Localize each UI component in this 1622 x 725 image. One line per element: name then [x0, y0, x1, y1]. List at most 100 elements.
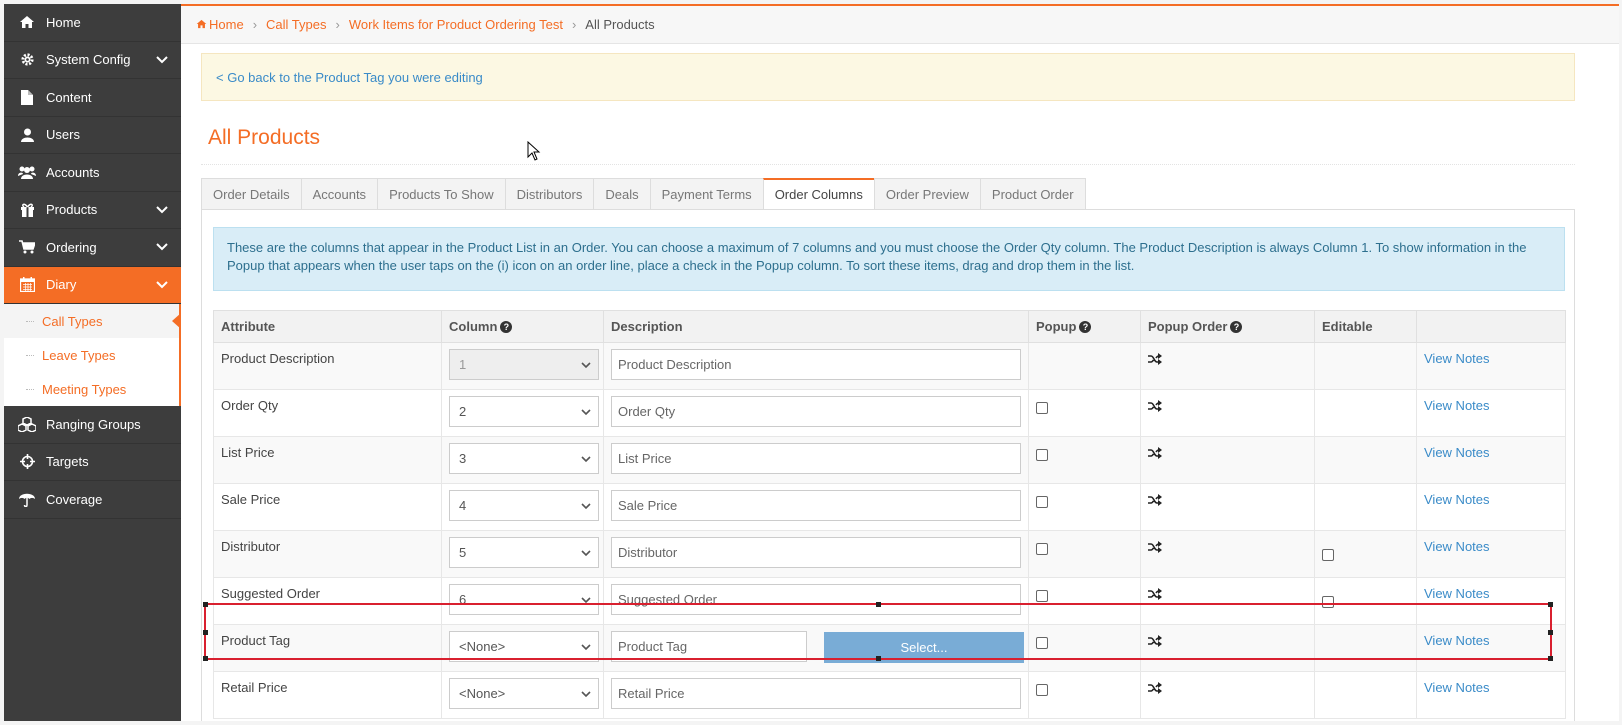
shuffle-icon[interactable]	[1148, 635, 1162, 647]
user-icon	[18, 127, 36, 143]
popup-checkbox[interactable]	[1036, 402, 1048, 414]
column-select[interactable]: <None>	[449, 678, 599, 709]
sidebar-subitem-leave-types[interactable]: Leave Types	[4, 338, 179, 372]
column-select: 1	[449, 349, 599, 380]
sidebar-item-label: Content	[46, 89, 92, 105]
column-select[interactable]: 5	[449, 537, 599, 568]
sidebar-item-system-config[interactable]: System Config	[4, 42, 181, 79]
tab-order-preview[interactable]: Order Preview	[873, 178, 980, 210]
tab-order-columns[interactable]: Order Columns	[762, 178, 874, 210]
sidebar-item-users[interactable]: Users	[4, 117, 181, 154]
sidebar-item-products[interactable]: Products	[4, 192, 181, 229]
editable-cell	[1314, 389, 1417, 437]
sidebar-subitem-call-types[interactable]: Call Types	[4, 304, 181, 338]
chevron-down-icon	[156, 55, 168, 63]
table-row[interactable]: Retail Price <None> Retail Price View Notes	[213, 671, 1566, 719]
table-row[interactable]: Suggested Order 6 Suggested Order View Note…	[213, 577, 1566, 625]
view-notes-link[interactable]: View Notes	[1424, 492, 1490, 507]
back-to-product-tag-link[interactable]: < Go back to the Product Tag you were ed…	[216, 70, 483, 85]
view-notes-link[interactable]: View Notes	[1424, 445, 1490, 460]
description-input[interactable]: Order Qty	[611, 396, 1021, 427]
home-icon	[18, 14, 36, 30]
shuffle-icon[interactable]	[1148, 682, 1162, 694]
column-select[interactable]: 2	[449, 396, 599, 427]
help-icon[interactable]: ?	[1230, 321, 1243, 333]
view-notes-link[interactable]: View Notes	[1424, 586, 1490, 601]
attribute-cell: Suggested Order	[213, 577, 442, 625]
shuffle-icon[interactable]	[1148, 588, 1162, 600]
breadcrumb-call-types-link[interactable]: Call Types	[266, 17, 326, 32]
table-header-row: Attribute Column? Description Popup? Pop…	[213, 310, 1566, 343]
chevron-down-icon	[581, 362, 591, 369]
column-select[interactable]: 4	[449, 490, 599, 521]
table-row[interactable]: Sale Price 4 Sale Price View Notes	[213, 483, 1566, 531]
table-row[interactable]: Distributor 5 Distributor View Notes	[213, 530, 1566, 578]
view-notes-link[interactable]: View Notes	[1424, 539, 1490, 554]
shuffle-icon[interactable]	[1148, 447, 1162, 459]
editable-checkbox[interactable]	[1322, 596, 1334, 608]
actions-cell: View Notes	[1416, 671, 1566, 719]
shuffle-icon[interactable]	[1148, 494, 1162, 506]
select-button[interactable]: Select...	[824, 632, 1024, 663]
popup-checkbox[interactable]	[1036, 543, 1048, 555]
description-input[interactable]: Retail Price	[611, 678, 1021, 709]
tab-accounts[interactable]: Accounts	[300, 178, 378, 210]
tab-distributors[interactable]: Distributors	[504, 178, 594, 210]
help-icon[interactable]: ?	[500, 321, 513, 333]
sidebar-item-label: Diary	[46, 277, 77, 293]
popup-checkbox[interactable]	[1036, 449, 1048, 461]
table-row[interactable]: Product Tag <None> Product Tag Select... Vie…	[213, 624, 1566, 672]
description-input[interactable]: Distributor	[611, 537, 1021, 568]
shuffle-icon[interactable]	[1148, 541, 1162, 553]
description-input[interactable]: List Price	[611, 443, 1021, 474]
breadcrumb-work-items-link[interactable]: Work Items for Product Ordering Test	[349, 17, 563, 32]
view-notes-link[interactable]: View Notes	[1424, 633, 1490, 648]
column-select[interactable]: 6	[449, 584, 599, 615]
tab-product-order[interactable]: Product Order	[979, 178, 1086, 210]
popup-order-cell	[1140, 577, 1315, 625]
tab-products-to-show[interactable]: Products To Show	[377, 178, 505, 210]
tab-deals[interactable]: Deals	[593, 178, 650, 210]
editable-checkbox[interactable]	[1322, 549, 1334, 561]
sidebar-item-label: Home	[46, 14, 81, 30]
popup-cell	[1028, 671, 1141, 719]
popup-checkbox[interactable]	[1036, 684, 1048, 696]
sidebar-item-content[interactable]: Content	[4, 79, 181, 117]
description-input[interactable]: Product Description	[611, 349, 1021, 380]
description-input[interactable]: Product Tag	[611, 631, 807, 662]
sidebar-item-home[interactable]: Home	[4, 4, 181, 42]
breadcrumb-home-link[interactable]: Home	[209, 17, 244, 32]
view-notes-link[interactable]: View Notes	[1424, 398, 1490, 413]
description-input[interactable]: Sale Price	[611, 490, 1021, 521]
table-row[interactable]: Order Qty 2 Order Qty View Notes	[213, 389, 1566, 437]
sidebar-item-accounts[interactable]: Accounts	[4, 154, 181, 192]
help-icon[interactable]: ?	[1079, 321, 1092, 333]
sidebar-item-diary[interactable]: Diary	[4, 266, 181, 304]
table-row[interactable]: List Price 3 List Price View Notes	[213, 436, 1566, 484]
sidebar-item-label: System Config	[46, 52, 131, 68]
view-notes-link[interactable]: View Notes	[1424, 351, 1490, 366]
sidebar-item-ranging-groups[interactable]: Ranging Groups	[4, 406, 181, 444]
table-row[interactable]: Product Description 1 Product Description V…	[213, 342, 1566, 390]
sidebar-item-targets[interactable]: Targets	[4, 444, 181, 481]
shuffle-icon[interactable]	[1148, 400, 1162, 412]
actions-cell: View Notes	[1416, 389, 1566, 437]
column-select[interactable]: <None>	[449, 631, 599, 662]
column-cell: 6	[441, 577, 604, 625]
view-notes-link[interactable]: View Notes	[1424, 680, 1490, 695]
column-select[interactable]: 3	[449, 443, 599, 474]
sidebar-item-label: Ordering	[46, 239, 97, 255]
popup-checkbox[interactable]	[1036, 637, 1048, 649]
tab-payment-terms[interactable]: Payment Terms	[649, 178, 763, 210]
shuffle-icon[interactable]	[1148, 353, 1162, 365]
popup-checkbox[interactable]	[1036, 590, 1048, 602]
tab-order-details[interactable]: Order Details	[201, 178, 301, 210]
sidebar-subitem-meeting-types[interactable]: Meeting Types	[4, 372, 179, 406]
sidebar-item-ordering[interactable]: Ordering	[4, 229, 181, 267]
sidebar-item-coverage[interactable]: Coverage	[4, 481, 181, 519]
popup-checkbox[interactable]	[1036, 496, 1048, 508]
description-input[interactable]: Suggested Order	[611, 584, 1021, 615]
editable-cell	[1314, 624, 1417, 672]
attribute-cell: Distributor	[213, 530, 442, 578]
editable-cell	[1314, 671, 1417, 719]
